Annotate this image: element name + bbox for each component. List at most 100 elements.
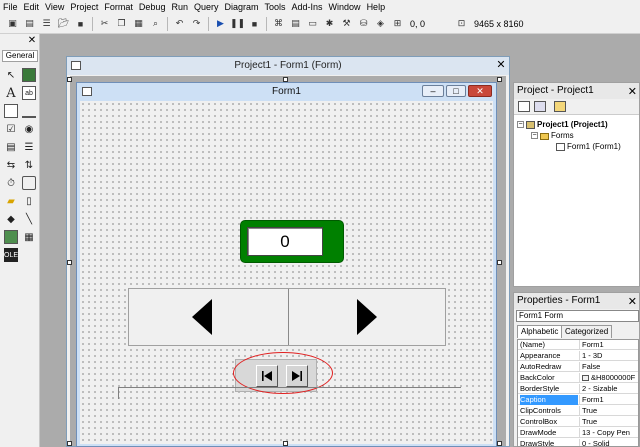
resize-handle[interactable] [497, 260, 502, 265]
menu-query[interactable]: Query [191, 0, 222, 14]
counter-textbox[interactable]: 0 [247, 227, 323, 256]
resize-handle[interactable] [497, 441, 502, 446]
menu-debug[interactable]: Debug [136, 0, 169, 14]
property-row[interactable]: Appearance 1 - 3D [518, 351, 638, 361]
resize-handle[interactable] [67, 260, 72, 265]
resize-handle[interactable] [67, 441, 72, 446]
tab-categorized[interactable]: Categorized [561, 325, 613, 338]
find-icon[interactable]: ⌕ [149, 17, 162, 30]
property-row[interactable]: (Name) Form1 [518, 340, 638, 350]
collapse-icon[interactable]: − [517, 121, 524, 128]
image-icon[interactable] [4, 230, 18, 244]
menu-file[interactable]: File [0, 0, 21, 14]
menu-view[interactable]: View [42, 0, 67, 14]
hscrollbar-icon[interactable]: ⇆ [4, 158, 18, 172]
menu-run[interactable]: Run [168, 0, 191, 14]
close-icon[interactable]: ✕ [628, 294, 637, 310]
property-row[interactable]: DrawMode 13 - Copy Pen [518, 428, 638, 438]
shape-icon[interactable]: ◆ [4, 212, 18, 226]
property-value[interactable]: &H8000000F [579, 373, 638, 383]
property-row[interactable]: ClipControls True [518, 406, 638, 416]
vscrollbar-icon[interactable]: ⇅ [22, 158, 36, 172]
data-view-icon[interactable]: ⛁ [357, 17, 370, 30]
property-value[interactable]: 2 - Sizable [579, 384, 638, 394]
form-close-button[interactable]: ✕ [468, 85, 492, 97]
property-row[interactable]: AutoRedraw False [518, 362, 638, 372]
previous-arrow-button[interactable] [192, 299, 212, 335]
dirlistbox-icon[interactable]: ▰ [4, 194, 18, 208]
property-value[interactable]: True [579, 406, 638, 416]
paste-icon[interactable]: ▦ [132, 17, 145, 30]
end-icon[interactable]: ■ [248, 17, 261, 30]
tab-alphabetic[interactable]: Alphabetic [517, 325, 563, 338]
minimize-button[interactable]: – [422, 85, 444, 97]
filelistbox-icon[interactable]: ▯ [22, 194, 36, 208]
property-row[interactable]: BorderStyle 2 - Sizable [518, 384, 638, 394]
resize-handle[interactable] [283, 77, 288, 82]
line-icon[interactable]: ╲ [22, 212, 36, 226]
label-icon[interactable]: A [4, 86, 18, 101]
object-browser-icon[interactable]: ✱ [323, 17, 336, 30]
tree-project-root[interactable]: − Project1 (Project1) [517, 120, 608, 129]
cut-icon[interactable]: ✂ [98, 17, 111, 30]
pointer-icon[interactable]: ↖ [4, 68, 18, 82]
close-icon[interactable]: ✕ [26, 35, 38, 47]
property-value[interactable]: True [579, 417, 638, 427]
save-project-icon[interactable]: ■ [74, 17, 87, 30]
menu-edit[interactable]: Edit [21, 0, 43, 14]
property-value[interactable]: Form1 [579, 340, 638, 350]
checkbox-icon[interactable]: ☑ [4, 122, 18, 136]
form-client-area[interactable]: 0 [80, 101, 493, 444]
next-arrow-button[interactable] [357, 299, 377, 335]
menu-help[interactable]: Help [364, 0, 389, 14]
maximize-button[interactable]: □ [446, 85, 466, 97]
close-icon[interactable]: ✕ [628, 84, 637, 100]
frame-icon[interactable] [4, 104, 18, 118]
undo-icon[interactable]: ↶ [173, 17, 186, 30]
toggle-folders-icon[interactable] [554, 101, 566, 112]
optionbutton-icon[interactable]: ◉ [22, 122, 36, 136]
data-icon[interactable]: ▦ [22, 230, 36, 244]
listbox-icon[interactable]: ☰ [22, 140, 36, 154]
object-selector[interactable]: Form1 Form [516, 310, 639, 322]
menu-diagram[interactable]: Diagram [221, 0, 261, 14]
add-form-icon[interactable]: ▤ [23, 17, 36, 30]
menu-editor-icon[interactable]: ☰ [40, 17, 53, 30]
commandbutton-icon[interactable] [22, 104, 36, 118]
collapse-icon[interactable]: − [531, 132, 538, 139]
menu-format[interactable]: Format [101, 0, 136, 14]
property-value[interactable]: False [579, 362, 638, 372]
view-object-icon[interactable] [534, 101, 546, 112]
copy-icon[interactable]: ❐ [115, 17, 128, 30]
menu-project[interactable]: Project [67, 0, 101, 14]
tree-forms-folder[interactable]: − Forms [531, 131, 574, 140]
view-code-icon[interactable] [518, 101, 530, 112]
ole-icon[interactable]: OLE [4, 248, 18, 262]
component-manager-icon[interactable]: ◈ [374, 17, 387, 30]
timer-icon[interactable]: ⏱ [4, 176, 18, 190]
property-row[interactable]: DrawStyle 0 - Solid [518, 439, 638, 446]
property-value[interactable]: 13 - Copy Pen [579, 428, 638, 438]
counter-panel[interactable]: 0 [240, 220, 344, 263]
property-value[interactable]: Form1 [579, 395, 638, 405]
redo-icon[interactable]: ↷ [190, 17, 203, 30]
menu-window[interactable]: Window [326, 0, 364, 14]
tree-form1-item[interactable]: Form1 (Form1) [556, 142, 621, 151]
break-icon[interactable]: ❚❚ [230, 17, 245, 30]
textbox-icon[interactable]: ab [22, 86, 36, 100]
resize-handle[interactable] [67, 77, 72, 82]
line-control[interactable] [118, 387, 461, 399]
close-icon[interactable]: ✕ [495, 59, 507, 71]
properties-window-icon[interactable]: ▤ [289, 17, 302, 30]
property-row[interactable]: BackColor &H8000000F [518, 373, 638, 383]
menu-add-ins[interactable]: Add-Ins [289, 0, 326, 14]
open-project-icon[interactable]: 📂︎ [57, 17, 70, 30]
toolbox-tab-general[interactable]: General [2, 50, 38, 62]
form-layout-icon[interactable]: ▭ [306, 17, 319, 30]
toolbox-icon[interactable]: ⚒ [340, 17, 353, 30]
resize-handle[interactable] [283, 441, 288, 446]
property-value[interactable]: 1 - 3D [579, 351, 638, 361]
picturebox-icon[interactable] [22, 68, 36, 82]
resize-handle[interactable] [497, 77, 502, 82]
property-row[interactable]: ControlBox True [518, 417, 638, 427]
